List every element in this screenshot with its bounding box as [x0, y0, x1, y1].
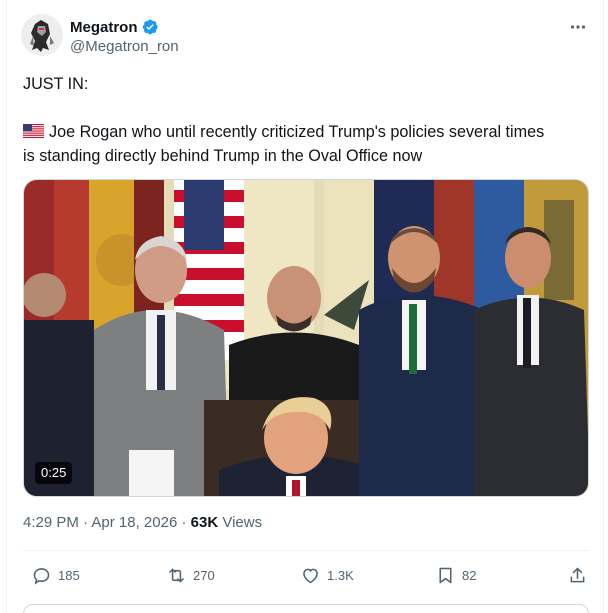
more-options-icon[interactable] [567, 16, 589, 38]
us-flag-icon [23, 121, 44, 138]
divider [23, 550, 589, 551]
video-duration: 0:25 [35, 462, 73, 484]
video-thumbnail [24, 180, 588, 496]
like-count: 1.3K [327, 567, 354, 583]
share-icon [570, 567, 585, 582]
tweet-meta: 4:29 PM · Apr 18, 2026 · 63K Views [23, 514, 262, 531]
views-label: Views [218, 514, 263, 531]
tweet-time: 4:29 PM [23, 514, 79, 531]
tweet-body-line-1: Joe Rogan who until recently criticized … [23, 120, 593, 144]
author-names: Megatron @Megatron_ron [70, 18, 179, 56]
tweet-headline: JUST IN: [23, 75, 89, 93]
tweet-header: Megatron @Megatron_ron [21, 14, 591, 58]
tweet-date: Apr 18, 2026 [91, 514, 178, 531]
reply-button[interactable]: 185 [31, 562, 80, 588]
tweet-text: JUST IN: Joe Rogan who until recently cr… [23, 72, 593, 168]
verified-badge-icon [141, 18, 159, 36]
bookmark-button[interactable]: 82 [435, 562, 476, 588]
tweet-card: Megatron @Megatron_ron JUST IN: Joe Roga… [6, 0, 604, 613]
tweet-actions: 185 270 1.3K 82 [23, 562, 589, 588]
meta-separator: · [78, 514, 92, 531]
views-count[interactable]: 63K [191, 514, 219, 531]
reply-count: 185 [58, 567, 80, 583]
author-handle[interactable]: @Megatron_ron [70, 38, 179, 55]
tweet-timestamp-link[interactable]: 4:29 PM · Apr 18, 2026 [23, 514, 177, 531]
heart-icon [303, 568, 318, 583]
repost-icon [169, 568, 184, 582]
bookmark-count: 82 [462, 567, 477, 583]
share-button[interactable] [567, 562, 588, 588]
tweet-body-text-1: Joe Rogan who until recently criticized … [49, 123, 545, 141]
display-name[interactable]: Megatron [70, 19, 138, 36]
video-player[interactable]: 0:25 [23, 179, 589, 497]
repost-button[interactable]: 270 [166, 562, 215, 588]
like-button[interactable]: 1.3K [300, 562, 354, 588]
bookmark-icon [439, 567, 452, 583]
repost-count: 270 [193, 567, 215, 583]
meta-separator-2: · [177, 514, 191, 531]
reply-composer-edge[interactable] [23, 604, 589, 613]
avatar[interactable] [21, 14, 63, 56]
tweet-body-line-2: is standing directly behind Trump in the… [23, 147, 423, 165]
reply-icon [33, 567, 50, 585]
